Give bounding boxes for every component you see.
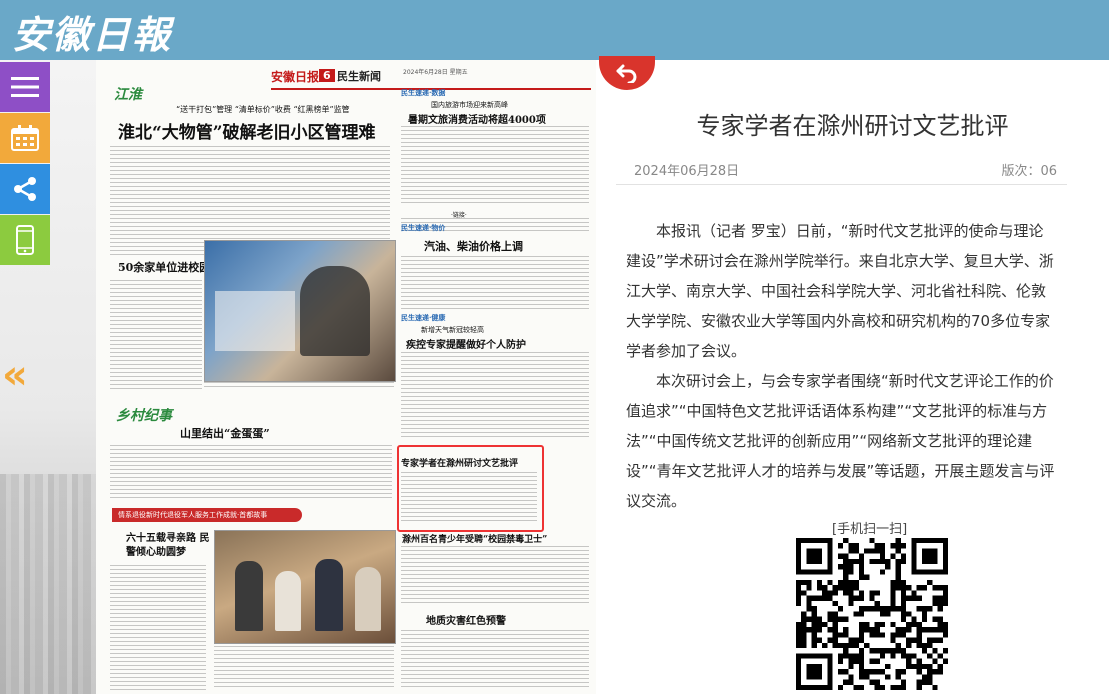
photo-caption bbox=[204, 382, 394, 390]
bottom-right-headline-2[interactable]: 地质灾害红色预警 bbox=[426, 612, 506, 627]
article-text-block bbox=[401, 630, 589, 690]
column-tag-village: 乡村纪事 bbox=[116, 408, 172, 424]
menu-button[interactable] bbox=[0, 62, 50, 112]
page-header: 安徽日报 6 民生新闻 2024年6月28日 星期五 bbox=[271, 68, 591, 90]
page-number: 6 bbox=[319, 69, 335, 82]
right-headline-2[interactable]: 汽油、柴油价格上调 bbox=[424, 238, 523, 254]
article-paragraph: 本报讯（记者 罗宝）日前，“新时代文艺批评的使命与理论建设”学术研讨会在滁州学院… bbox=[626, 222, 1054, 360]
share-icon bbox=[14, 177, 36, 201]
right-headline3-kicker: 新增天气新冠较轻高 bbox=[421, 326, 484, 334]
main-headline[interactable]: 淮北“大物管”破解老旧小区管理难 bbox=[118, 118, 376, 143]
menu-icon bbox=[11, 77, 39, 97]
prev-page-arrow[interactable]: « bbox=[2, 355, 28, 395]
photo-figure bbox=[275, 571, 301, 631]
article-text-block bbox=[110, 565, 206, 690]
share-button[interactable] bbox=[0, 164, 50, 214]
article-text-block bbox=[401, 352, 589, 438]
calendar-button[interactable] bbox=[0, 113, 50, 163]
article-text-block bbox=[401, 546, 589, 606]
article-page: 版次：06 bbox=[1001, 164, 1057, 179]
right-headline-3[interactable]: 疾控专家提醒做好个人防护 bbox=[406, 336, 526, 351]
selected-article-highlight[interactable] bbox=[397, 445, 544, 532]
article-text-block bbox=[110, 280, 202, 390]
back-arrow-icon bbox=[616, 64, 637, 83]
photo-figure bbox=[235, 561, 263, 631]
news-photo-campus[interactable] bbox=[204, 240, 396, 382]
bottom-right-headline[interactable]: 滁州百名青少年受聘“校园禁毒卫士” bbox=[402, 532, 547, 545]
article-text-block bbox=[110, 445, 392, 500]
right-column-tag-health: 民生速递·健康 bbox=[401, 313, 446, 322]
qr-code[interactable] bbox=[796, 538, 948, 690]
mobile-button[interactable] bbox=[0, 215, 50, 265]
ribbon-text: 情系退役新时代退役军人服务工作成就·首都故事 bbox=[118, 511, 268, 519]
article-title: 专家学者在滁州研讨文艺批评 bbox=[696, 112, 1009, 140]
headline-kicker: “送干打包”管理 “清单标价”收费 “红黑榜单”监管 bbox=[176, 105, 350, 114]
paper-name: 安徽日报 bbox=[271, 70, 320, 84]
right-column-tag-data: 民生速递·数据 bbox=[401, 88, 446, 97]
right-headline-1[interactable]: 暑期文旅消费活动将超4000项 bbox=[408, 111, 546, 126]
article-paragraph: 本次研讨会上，与会专家学者围绕“新时代文艺评论工作的价值追求”“中国特色文艺批评… bbox=[626, 372, 1055, 510]
article-text-block bbox=[401, 126, 589, 206]
news-photo-family[interactable] bbox=[214, 530, 396, 644]
bottom-ribbon: 情系退役新时代退役军人服务工作成就·首都故事 bbox=[112, 508, 302, 522]
article-panel: 专家学者在滁州研讨文艺批评 2024年06月28日 版次：06 本报讯（记者 罗… bbox=[596, 56, 1109, 694]
edition-date: 2024年6月28日 星期五 bbox=[403, 69, 468, 76]
photo-figure bbox=[355, 567, 381, 631]
right-column-tag-price: 民生速递·物价 bbox=[401, 223, 446, 232]
column-tag-jianghuai: 江淮 bbox=[114, 87, 142, 103]
qr-label: [手机扫一扫] bbox=[832, 522, 908, 537]
left-mid-headline[interactable]: 50余家单位进校园 bbox=[118, 259, 210, 275]
site-header: 安徽日報 bbox=[0, 0, 1109, 60]
left-mid-headline-2[interactable]: 山里结出“金蛋蛋” bbox=[180, 425, 270, 441]
photo-figure bbox=[300, 266, 370, 356]
mobile-icon bbox=[16, 225, 34, 255]
city-background bbox=[0, 474, 96, 694]
back-button[interactable] bbox=[599, 56, 655, 90]
right-headline1-kicker: 国内旅游市场迎来新高峰 bbox=[431, 101, 508, 109]
newspaper-page[interactable]: 安徽日报 6 民生新闻 2024年6月28日 星期五 江淮 “送干打包”管理 “… bbox=[96, 60, 596, 694]
bottom-headline[interactable]: 六十五载寻亲路 民警倾心助圆梦 bbox=[126, 532, 216, 560]
photo-figure bbox=[315, 559, 343, 631]
photo-board bbox=[215, 291, 295, 351]
article-text-block bbox=[214, 646, 394, 690]
article-date: 2024年06月28日 bbox=[634, 164, 740, 179]
site-logo[interactable]: 安徽日報 bbox=[12, 4, 172, 59]
page-section: 民生新闻 bbox=[337, 70, 381, 83]
divider bbox=[616, 184, 1067, 185]
calendar-icon bbox=[11, 125, 39, 151]
article-text-block bbox=[401, 256, 589, 310]
